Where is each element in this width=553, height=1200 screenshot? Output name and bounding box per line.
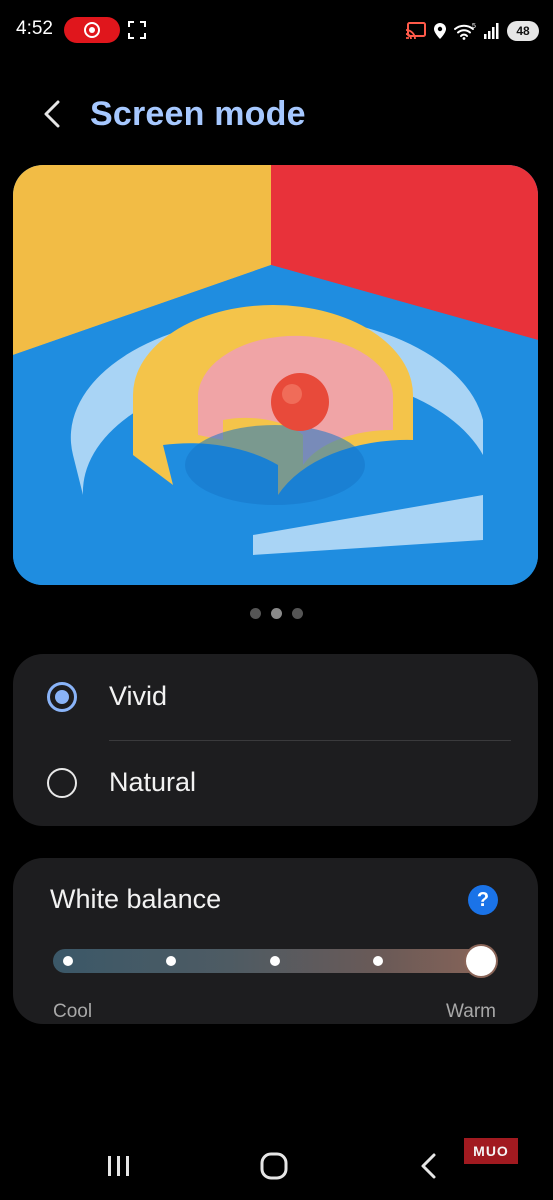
option-natural[interactable]: Natural bbox=[13, 740, 538, 826]
cool-label: Cool bbox=[53, 1001, 93, 1022]
header: Screen mode bbox=[0, 80, 553, 150]
record-icon bbox=[84, 22, 100, 38]
home-icon[interactable] bbox=[252, 1150, 296, 1182]
pager-dot[interactable] bbox=[250, 608, 261, 619]
recent-apps-icon[interactable] bbox=[97, 1150, 141, 1182]
white-balance-slider[interactable] bbox=[53, 946, 496, 976]
screenshot-icon[interactable] bbox=[128, 21, 146, 39]
battery-icon: 48 bbox=[507, 21, 539, 41]
watermark-logo: MUO bbox=[464, 1138, 518, 1164]
slider-tick bbox=[166, 956, 177, 966]
preview-image[interactable] bbox=[13, 165, 538, 585]
option-vivid[interactable]: Vivid bbox=[13, 654, 538, 740]
slider-tick bbox=[63, 956, 73, 966]
slider-thumb[interactable] bbox=[466, 946, 496, 976]
location-icon bbox=[434, 23, 446, 39]
pager-dot-active[interactable] bbox=[271, 608, 282, 619]
screen-mode-options: Vivid Natural bbox=[13, 654, 538, 826]
option-label: Vivid bbox=[109, 681, 168, 711]
status-icons: 5 48 bbox=[405, 18, 539, 44]
option-label: Natural bbox=[109, 767, 197, 797]
wifi-icon: 5 bbox=[454, 23, 476, 40]
preview-pager bbox=[0, 608, 553, 624]
status-time: 4:52 bbox=[16, 18, 53, 39]
back-icon[interactable] bbox=[408, 1150, 452, 1182]
page-title: Screen mode bbox=[90, 95, 306, 133]
status-bar: 4:52 5 48 bbox=[0, 0, 553, 62]
radio-unselected[interactable] bbox=[47, 768, 77, 798]
slider-tick bbox=[372, 956, 383, 966]
record-indicator[interactable] bbox=[64, 17, 120, 43]
cast-icon bbox=[405, 22, 426, 40]
svg-text:5: 5 bbox=[472, 23, 476, 30]
help-icon[interactable]: ? bbox=[468, 885, 498, 915]
white-balance-title: White balance bbox=[50, 884, 222, 914]
white-balance-card: White balance ? Cool Warm bbox=[13, 858, 538, 1024]
slider-tick bbox=[269, 956, 280, 966]
signal-icon bbox=[484, 23, 499, 39]
warm-label: Warm bbox=[446, 1001, 496, 1022]
chevron-left-icon[interactable] bbox=[36, 94, 70, 134]
pager-dot[interactable] bbox=[292, 608, 303, 619]
radio-selected[interactable] bbox=[47, 682, 77, 712]
